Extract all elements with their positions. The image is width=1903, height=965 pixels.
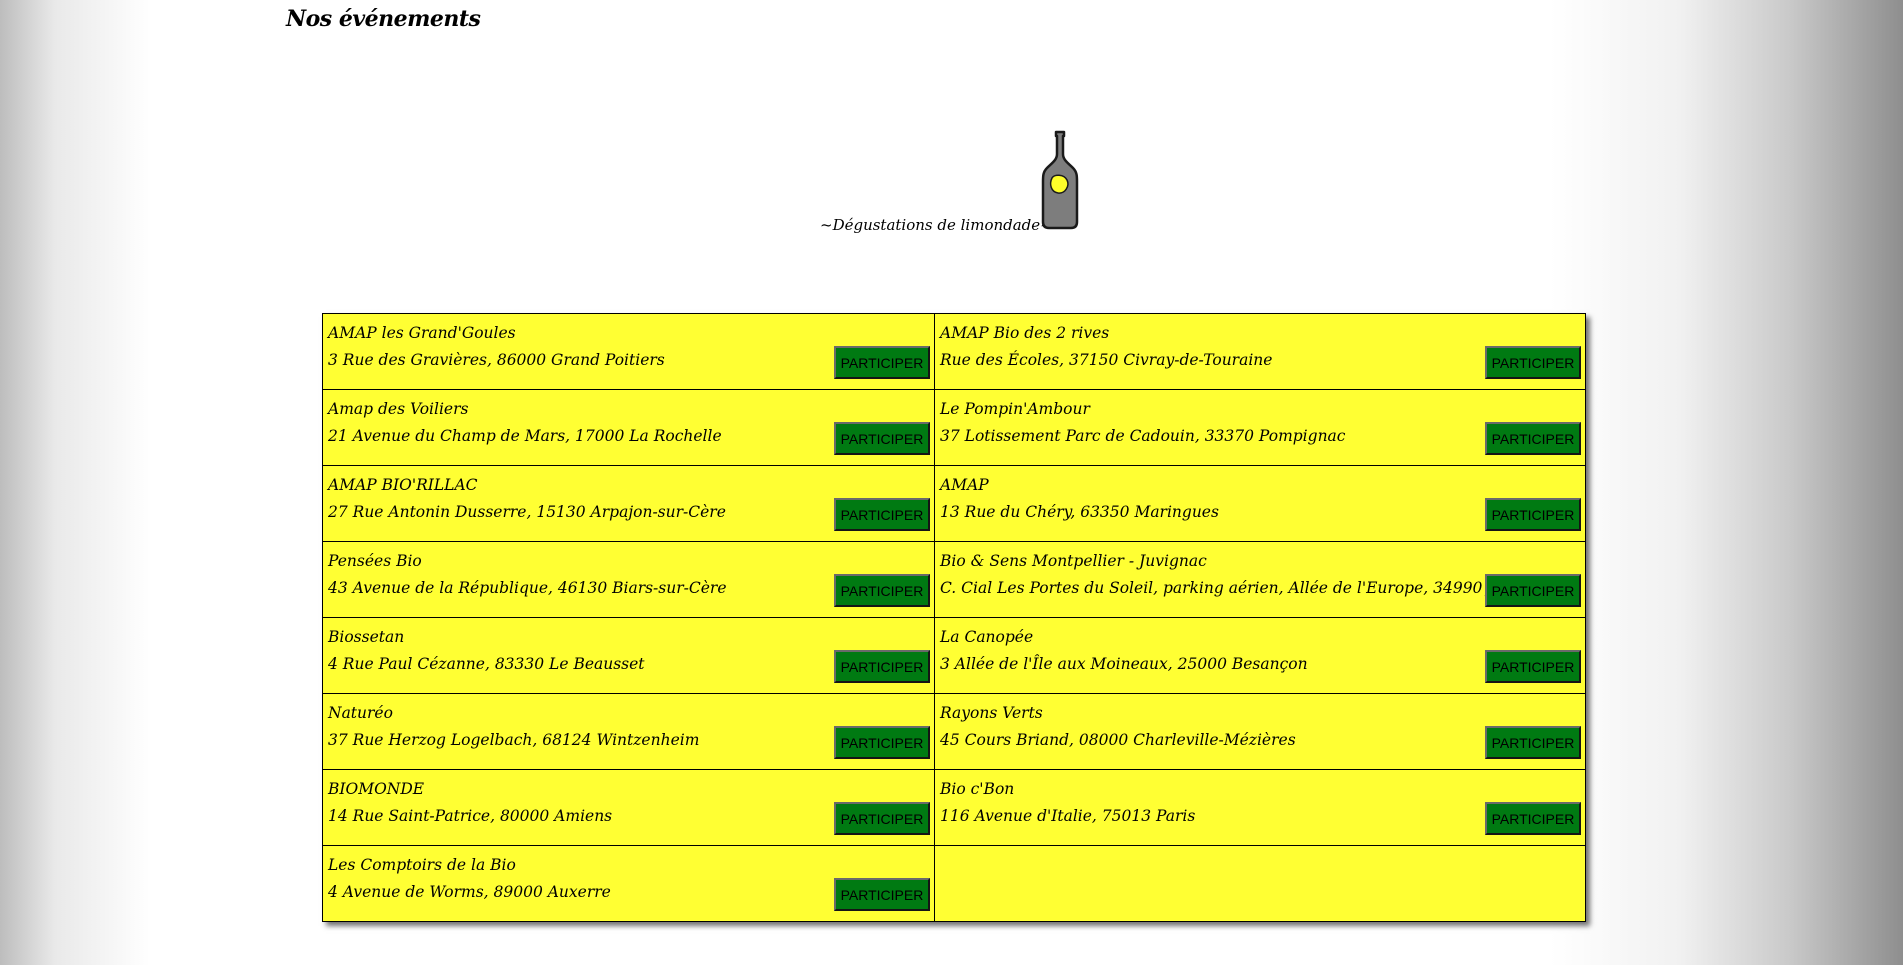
event-address: 45 Cours Briand, 08000 Charleville-Méziè… xyxy=(940,731,1296,749)
participer-button[interactable]: PARTICIPER xyxy=(834,726,930,759)
event-name: AMAP xyxy=(940,476,989,494)
event-address: 116 Avenue d'Italie, 75013 Paris xyxy=(940,807,1196,825)
event-name: AMAP BIO'RILLAC xyxy=(328,476,478,494)
event-name: Biossetan xyxy=(328,628,405,646)
event-address: 27 Rue Antonin Dusserre, 15130 Arpajon-s… xyxy=(328,503,726,521)
event-name: Naturéo xyxy=(328,704,393,722)
event-address: 37 Rue Herzog Logelbach, 68124 Wintzenhe… xyxy=(328,731,700,749)
event-name: AMAP les Grand'Goules xyxy=(328,324,516,342)
event-address: 21 Avenue du Champ de Mars, 17000 La Roc… xyxy=(328,427,722,445)
participer-button[interactable]: PARTICIPER xyxy=(834,650,930,683)
participer-button[interactable]: PARTICIPER xyxy=(1485,802,1581,835)
event-cell: AMAP Bio des 2 rives Rue des Écoles, 3715… xyxy=(934,313,1586,390)
participer-button[interactable]: PARTICIPER xyxy=(834,574,930,607)
event-name: Bio c'Bon xyxy=(940,780,1015,798)
event-cell: Bio c'Bon 116 Avenue d'Italie, 75013 Pari… xyxy=(934,769,1586,846)
empty-cell xyxy=(934,845,1586,922)
event-address: Rue des Écoles, 37150 Civray-de-Touraine xyxy=(940,351,1273,369)
event-name: La Canopée xyxy=(940,628,1034,646)
event-cell: Naturéo 37 Rue Herzog Logelbach, 68124 Wi… xyxy=(322,693,935,770)
participer-button[interactable]: PARTICIPER xyxy=(1485,726,1581,759)
event-cell: AMAP les Grand'Goules 3 Rue des Gravières… xyxy=(322,313,935,390)
event-cell: Les Comptoirs de la Bio 4 Avenue de Worms… xyxy=(322,845,935,922)
events-row: Amap des Voiliers 21 Avenue du Champ de M… xyxy=(322,389,1586,466)
event-address: 13 Rue du Chéry, 63350 Maringues xyxy=(940,503,1219,521)
event-name: Amap des Voiliers xyxy=(328,400,469,418)
event-banner: ~Dégustations de limondade~ xyxy=(0,130,1903,235)
event-cell: AMAP 13 Rue du Chéry, 63350 Maringues PART… xyxy=(934,465,1586,542)
event-name: BIOMONDE xyxy=(328,780,425,798)
event-cell: Le Pompin'Ambour 37 Lotissement Parc de C… xyxy=(934,389,1586,466)
event-name: Les Comptoirs de la Bio xyxy=(328,856,516,874)
event-name: Pensées Bio xyxy=(328,552,422,570)
event-cell: Bio & Sens Montpellier - Juvignac C. Cial… xyxy=(934,541,1586,618)
event-cell: Pensées Bio 43 Avenue de la République, 4… xyxy=(322,541,935,618)
event-address: 4 Rue Paul Cézanne, 83330 Le Beausset xyxy=(328,655,645,673)
event-cell: Rayons Verts 45 Cours Briand, 08000 Charl… xyxy=(934,693,1586,770)
banner-text: ~Dégustations de limondade~ xyxy=(820,216,1053,234)
event-cell: La Canopée 3 Allée de l'Île aux Moineaux,… xyxy=(934,617,1586,694)
event-address: 3 Allée de l'Île aux Moineaux, 25000 Bes… xyxy=(940,655,1308,673)
events-row: Pensées Bio 43 Avenue de la République, 4… xyxy=(322,541,1586,618)
participer-button[interactable]: PARTICIPER xyxy=(834,346,930,379)
participer-button[interactable]: PARTICIPER xyxy=(834,422,930,455)
events-row: Les Comptoirs de la Bio 4 Avenue de Worms… xyxy=(322,845,1586,922)
event-address: 37 Lotissement Parc de Cadouin, 33370 Po… xyxy=(940,427,1346,445)
participer-button[interactable]: PARTICIPER xyxy=(1485,650,1581,683)
event-address: 14 Rue Saint-Patrice, 80000 Amiens xyxy=(328,807,613,825)
page-title: Nos événements xyxy=(286,6,481,32)
event-name: Bio & Sens Montpellier - Juvignac xyxy=(940,552,1207,570)
participer-button[interactable]: PARTICIPER xyxy=(834,878,930,911)
participer-button[interactable]: PARTICIPER xyxy=(1485,422,1581,455)
event-name: Rayons Verts xyxy=(940,704,1043,722)
participer-button[interactable]: PARTICIPER xyxy=(1485,574,1581,607)
event-cell: Amap des Voiliers 21 Avenue du Champ de M… xyxy=(322,389,935,466)
participer-button[interactable]: PARTICIPER xyxy=(1485,346,1581,379)
event-address: 43 Avenue de la République, 46130 Biars-… xyxy=(328,579,727,597)
event-name: Le Pompin'Ambour xyxy=(940,400,1090,418)
events-row: Naturéo 37 Rue Herzog Logelbach, 68124 Wi… xyxy=(322,693,1586,770)
event-address: 4 Avenue de Worms, 89000 Auxerre xyxy=(328,883,611,901)
participer-button[interactable]: PARTICIPER xyxy=(1485,498,1581,531)
event-cell: Biossetan 4 Rue Paul Cézanne, 83330 Le Be… xyxy=(322,617,935,694)
events-row: BIOMONDE 14 Rue Saint-Patrice, 80000 Amie… xyxy=(322,769,1586,846)
event-address: C. Cial Les Portes du Soleil, parking aé… xyxy=(940,579,1556,597)
event-address: 3 Rue des Gravières, 86000 Grand Poitier… xyxy=(328,351,665,369)
events-table: AMAP les Grand'Goules 3 Rue des Gravières… xyxy=(322,313,1586,922)
lemonade-bottle-icon xyxy=(1041,130,1079,230)
event-cell: BIOMONDE 14 Rue Saint-Patrice, 80000 Amie… xyxy=(322,769,935,846)
participer-button[interactable]: PARTICIPER xyxy=(834,498,930,531)
events-row: AMAP les Grand'Goules 3 Rue des Gravières… xyxy=(322,313,1586,390)
event-name: AMAP Bio des 2 rives xyxy=(940,324,1110,342)
events-row: AMAP BIO'RILLAC 27 Rue Antonin Dusserre, … xyxy=(322,465,1586,542)
participer-button[interactable]: PARTICIPER xyxy=(834,802,930,835)
event-cell: AMAP BIO'RILLAC 27 Rue Antonin Dusserre, … xyxy=(322,465,935,542)
events-row: Biossetan 4 Rue Paul Cézanne, 83330 Le Be… xyxy=(322,617,1586,694)
